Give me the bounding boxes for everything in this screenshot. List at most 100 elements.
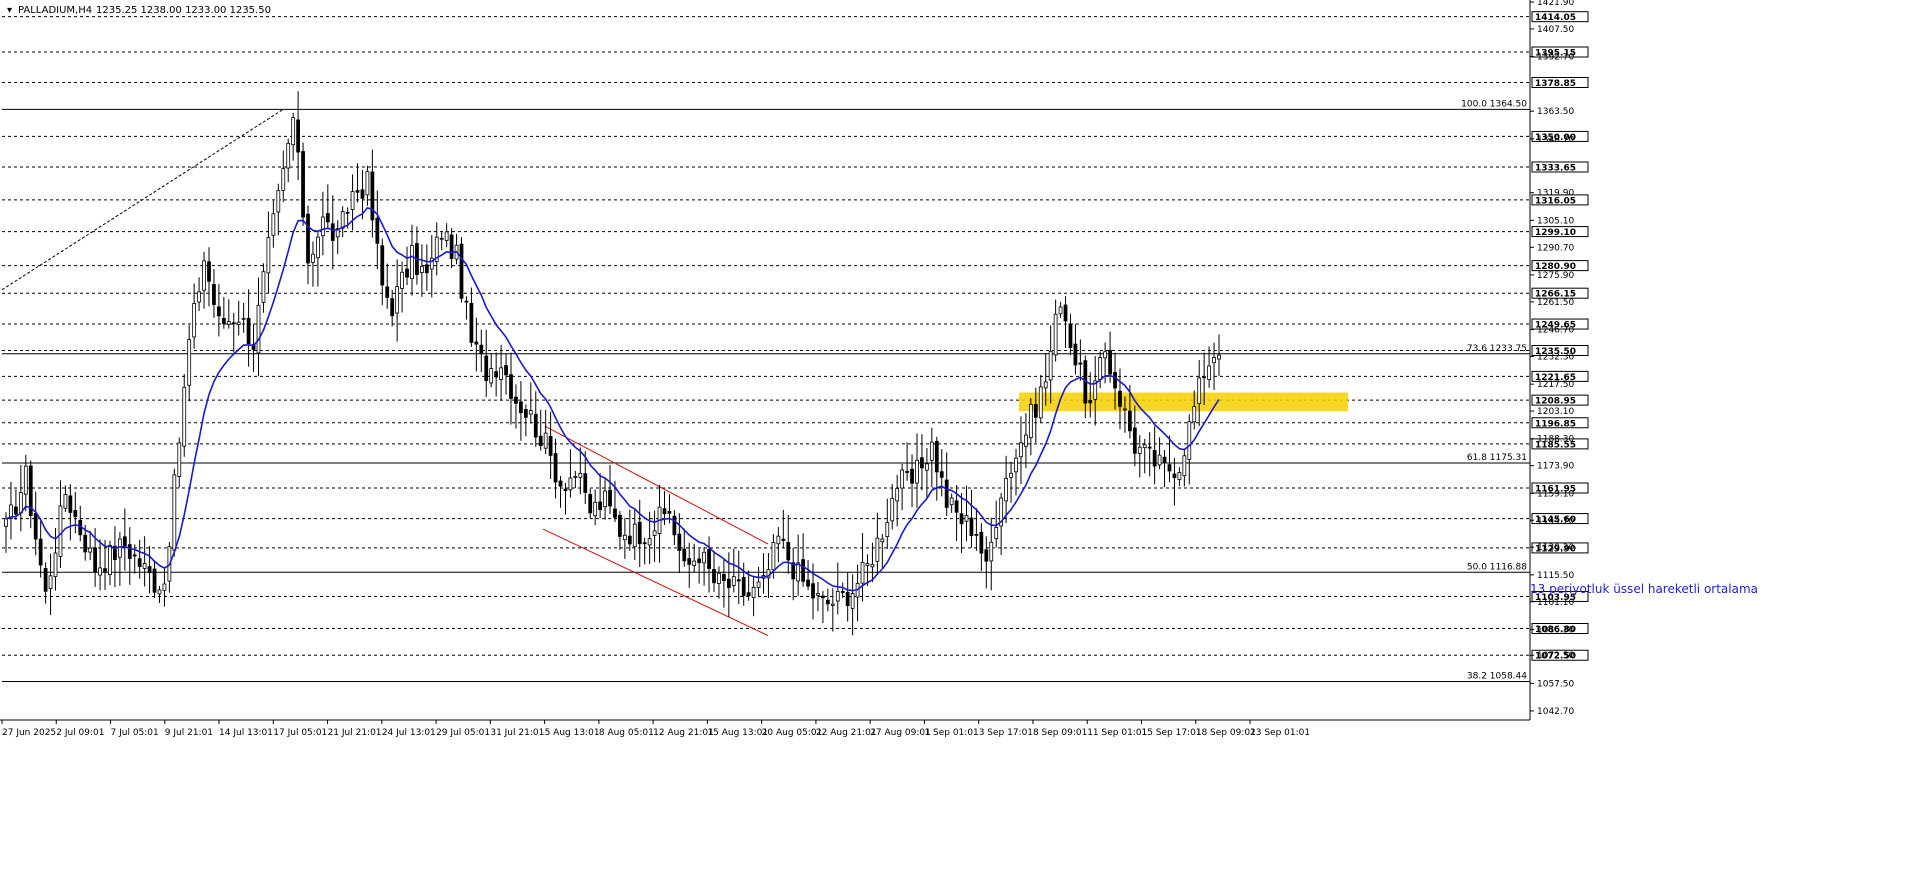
price-tick-label: 1144.70 bbox=[1537, 516, 1574, 526]
candle-body bbox=[925, 463, 929, 471]
candle-body bbox=[1192, 406, 1197, 423]
candle-body bbox=[474, 341, 479, 345]
candle-body bbox=[1162, 456, 1167, 464]
candle-body bbox=[543, 432, 548, 449]
candle-body bbox=[108, 544, 112, 576]
candle-body bbox=[504, 365, 508, 376]
candle-body bbox=[731, 576, 736, 586]
time-tick-label: 23 Sep 01:01 bbox=[1250, 728, 1310, 738]
candle-body bbox=[756, 581, 761, 588]
support-zone-rect bbox=[1019, 392, 1348, 412]
candle-body bbox=[103, 568, 107, 572]
candle-body bbox=[301, 151, 305, 218]
candle-body bbox=[949, 497, 954, 506]
candle-body bbox=[1063, 304, 1068, 322]
candle-body bbox=[598, 501, 603, 511]
candle-body bbox=[370, 171, 375, 221]
candle-body bbox=[1053, 313, 1058, 356]
price-tick-label: 1275.90 bbox=[1537, 271, 1574, 281]
candle-body bbox=[944, 479, 949, 508]
fib-label: 73.6 1233.75 bbox=[1467, 344, 1527, 354]
candle-body bbox=[1068, 323, 1073, 348]
candle-body bbox=[207, 261, 211, 282]
candle-body bbox=[182, 386, 187, 447]
candle-body bbox=[573, 476, 578, 478]
candle-body bbox=[197, 291, 201, 303]
candle-body bbox=[187, 339, 192, 386]
candle-body bbox=[915, 459, 919, 484]
candle-body bbox=[652, 530, 657, 536]
support-zone bbox=[1019, 392, 1348, 412]
candle-body bbox=[627, 535, 632, 545]
candle-body bbox=[1132, 427, 1137, 454]
candle-body bbox=[613, 508, 617, 518]
time-tick-label: 15 Aug 13:01 bbox=[707, 728, 768, 738]
candle-body bbox=[1048, 350, 1053, 381]
level-label: 1299.10 bbox=[1535, 228, 1576, 238]
price-tick-label: 1363.50 bbox=[1537, 107, 1574, 117]
price-tick-label: 1042.70 bbox=[1537, 707, 1574, 717]
candle-body bbox=[984, 549, 989, 562]
candle-body bbox=[583, 473, 588, 493]
candle-body bbox=[632, 523, 637, 548]
price-tick-label: 1101.10 bbox=[1537, 598, 1574, 608]
candle-body bbox=[1098, 357, 1103, 380]
candle-body bbox=[479, 344, 484, 354]
candle-body bbox=[147, 566, 152, 573]
candle-body bbox=[717, 572, 721, 584]
candle-body bbox=[410, 245, 414, 280]
candle-body bbox=[553, 453, 558, 483]
candle-body bbox=[677, 533, 682, 551]
candle-body bbox=[964, 515, 969, 522]
candle-body bbox=[954, 500, 959, 513]
candle-body bbox=[895, 488, 900, 502]
candle-body bbox=[1167, 464, 1172, 472]
candle-body bbox=[1078, 362, 1083, 365]
candle-body bbox=[1217, 354, 1221, 360]
candle-body bbox=[697, 558, 702, 564]
candle-body bbox=[33, 513, 38, 540]
candle-body bbox=[177, 442, 182, 477]
candle-body bbox=[142, 563, 147, 569]
candle-body bbox=[910, 468, 914, 484]
candle-body bbox=[533, 413, 538, 438]
candle-body bbox=[380, 245, 385, 286]
time-tick-label: 27 Jun 2025 bbox=[2, 728, 56, 738]
price-tick-label: 1217.50 bbox=[1537, 380, 1574, 390]
price-tick-label: 1188.30 bbox=[1537, 435, 1574, 445]
candle-body bbox=[261, 271, 266, 303]
candle-body bbox=[53, 552, 58, 577]
candle-body bbox=[266, 237, 271, 274]
candle-body bbox=[1123, 408, 1127, 411]
time-tick-label: 11 Sep 01:01 bbox=[1087, 728, 1147, 738]
candle-body bbox=[291, 117, 296, 146]
level-label: 1378.85 bbox=[1535, 79, 1576, 89]
candle-body bbox=[1127, 410, 1132, 432]
time-tick-label: 8 Aug 05:01 bbox=[599, 728, 654, 738]
candle-body bbox=[405, 268, 409, 278]
candle-body bbox=[741, 577, 746, 597]
time-tick-label: 24 Jul 13:01 bbox=[382, 728, 436, 738]
price-tick-label: 1407.50 bbox=[1537, 25, 1574, 35]
candle-body bbox=[306, 213, 310, 264]
level-label: 1414.05 bbox=[1535, 13, 1576, 23]
level-label: 1196.85 bbox=[1535, 419, 1576, 429]
candle-body bbox=[281, 168, 286, 191]
time-tick-label: 31 Jul 21:01 bbox=[490, 728, 544, 738]
candle-body bbox=[63, 493, 68, 509]
candle-body bbox=[692, 560, 697, 566]
candle-body bbox=[420, 265, 424, 273]
time-tick-label: 5 Aug 13:01 bbox=[545, 728, 600, 738]
candle-body bbox=[920, 457, 924, 469]
candle-body bbox=[499, 367, 503, 380]
candle-body bbox=[622, 534, 627, 541]
time-tick-label: 27 Aug 09:01 bbox=[870, 728, 931, 738]
fib-label: 100.0 1364.50 bbox=[1461, 99, 1527, 109]
candle-body bbox=[350, 191, 355, 210]
candle-body bbox=[469, 302, 474, 343]
candle-body bbox=[1058, 306, 1063, 315]
time-tick-label: 29 Jul 05:01 bbox=[436, 728, 490, 738]
candle-body bbox=[311, 253, 315, 263]
candle-body bbox=[880, 538, 885, 543]
candle-body bbox=[424, 264, 429, 274]
